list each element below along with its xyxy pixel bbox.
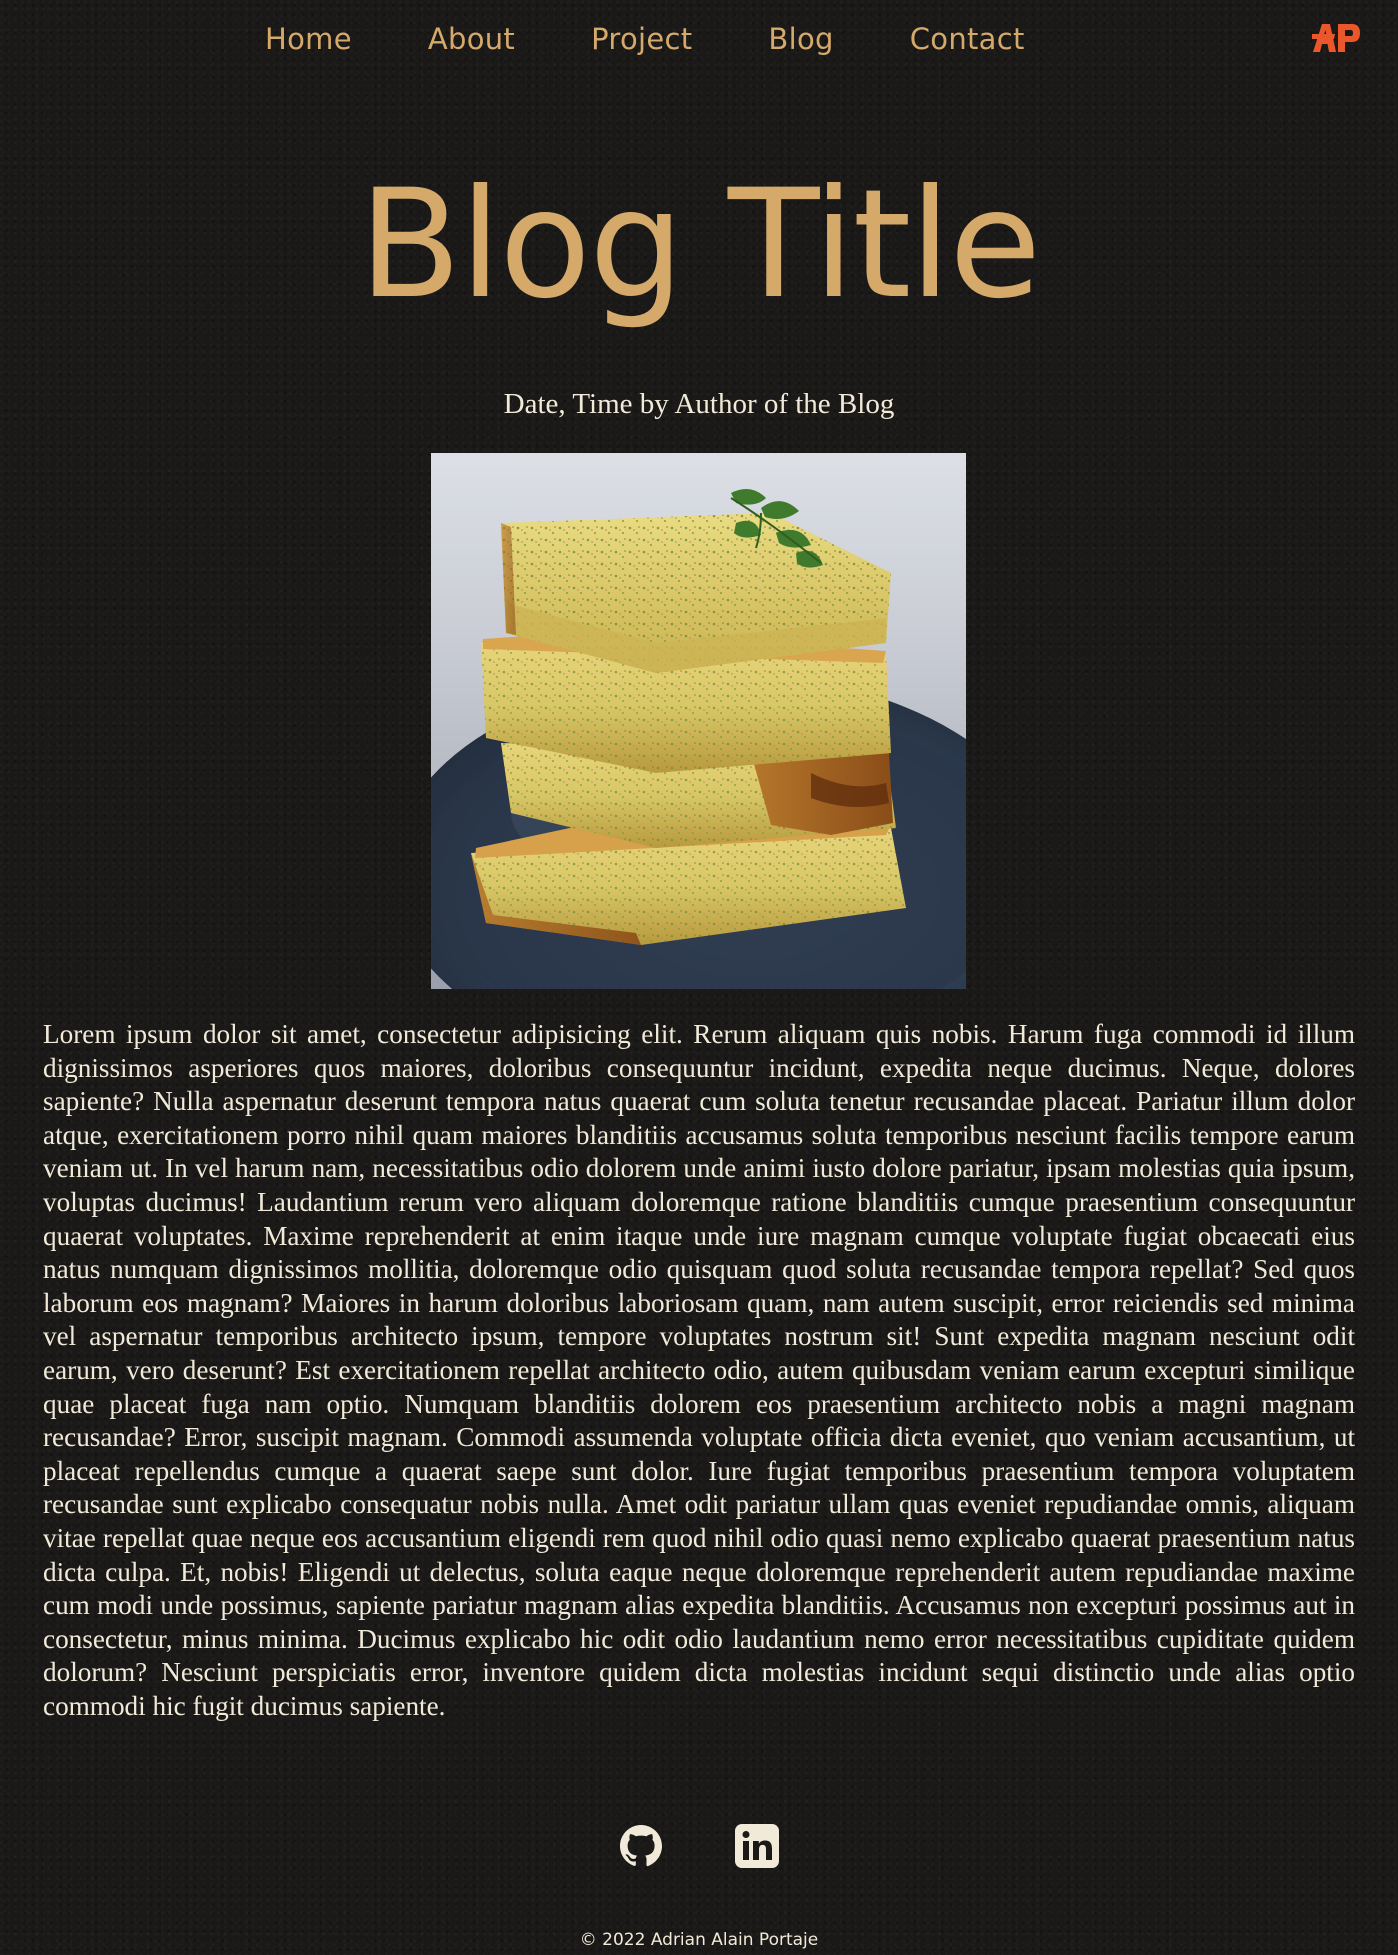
blog-hero-image bbox=[431, 453, 966, 989]
nav-link-contact[interactable]: Contact bbox=[910, 22, 1025, 56]
top-nav: Home About Project Blog Contact bbox=[0, 0, 1398, 84]
blog-title: Blog Title bbox=[358, 158, 1042, 332]
ap-logo-icon[interactable] bbox=[1311, 20, 1361, 54]
nav-links: Home About Project Blog Contact bbox=[265, 22, 1025, 56]
nav-link-blog[interactable]: Blog bbox=[768, 22, 833, 56]
nav-link-home[interactable]: Home bbox=[265, 22, 352, 56]
blog-body: Lorem ipsum dolor sit amet, consectetur … bbox=[43, 1019, 1355, 1721]
linkedin-icon[interactable] bbox=[733, 1822, 781, 1870]
social-links bbox=[0, 1822, 1398, 1870]
blog-byline: Date, Time by Author of the Blog bbox=[503, 388, 895, 420]
nav-link-project[interactable]: Project bbox=[591, 22, 692, 56]
footer-copyright: © 2022 Adrian Alain Portaje bbox=[579, 1930, 819, 1950]
frittata-photo-icon bbox=[431, 453, 966, 989]
github-icon[interactable] bbox=[617, 1822, 665, 1870]
nav-link-about[interactable]: About bbox=[428, 22, 515, 56]
